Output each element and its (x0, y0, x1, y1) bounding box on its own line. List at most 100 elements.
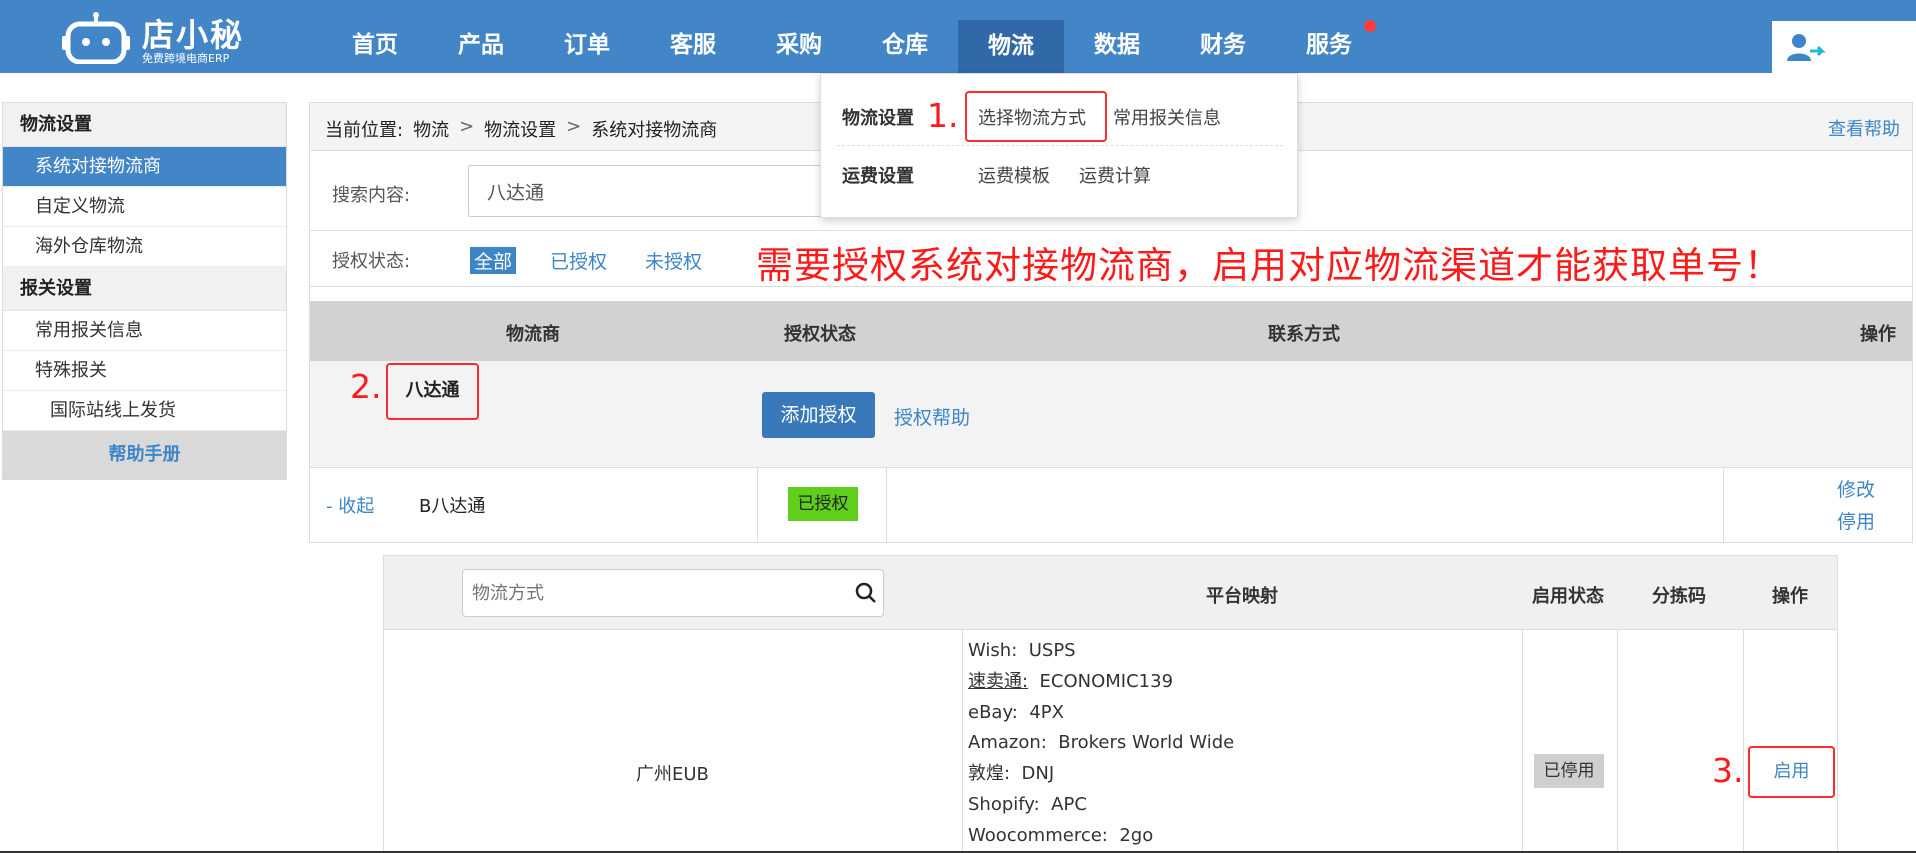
platform-value: Brokers World Wide (1058, 732, 1235, 754)
col-contact: 联系方式 (1268, 324, 1340, 345)
platform-value: DNJ (1021, 763, 1055, 785)
nav-home[interactable]: 首页 (322, 0, 428, 73)
cell-divider (962, 630, 963, 853)
disabled-status-badge: 已停用 (1534, 754, 1604, 788)
list-item: Amazon: Brokers World Wide (968, 728, 1234, 759)
sidebar-item-overseas-warehouse[interactable]: 海外仓库物流 (3, 227, 286, 267)
carrier-name: 八达通 (386, 363, 479, 420)
red-notice-annotation: 需要授权系统对接物流商，启用对应物流渠道才能获取单号！ (756, 244, 1782, 287)
collapse-link[interactable]: - 收起 (326, 492, 374, 518)
menu-item-select-shipping-method[interactable]: 选择物流方式 (978, 104, 1086, 130)
breadcrumb-logistics-settings[interactable]: 物流设置 (484, 116, 556, 142)
search-label: 搜索内容: (332, 185, 411, 206)
dropdown-group-freight-settings: 运费设置 (842, 166, 914, 187)
logistics-dropdown-menu: 物流设置 1. 选择物流方式 常用报关信息 运费设置 运费模板 运费计算 (820, 73, 1298, 218)
col-actions: 操作 (1860, 324, 1896, 345)
col-auth-status: 授权状态 (784, 324, 856, 345)
cell-divider (1743, 630, 1744, 853)
platform-value: 2go (1119, 824, 1154, 846)
dropdown-group-logistics-settings: 物流设置 (842, 108, 914, 129)
list-item: eBay: 4PX (968, 698, 1234, 729)
auth-filter-row: 授权状态: 全部 已授权 未授权 需要授权系统对接物流商，启用对应物流渠道才能获… (310, 231, 1912, 287)
edit-link[interactable]: 修改 (1837, 475, 1875, 502)
platform-name: eBay: (968, 701, 1018, 723)
nav-orders[interactable]: 订单 (534, 0, 640, 73)
sidebar-item-intl-online-shipping[interactable]: 国际站线上发货 (3, 391, 286, 431)
carrier-group-row: 2. 八达通 添加授权 授权帮助 (310, 361, 1912, 468)
notification-dot (1364, 20, 1376, 32)
platform-value: APC (1051, 793, 1087, 815)
authorization-help-link[interactable]: 授权帮助 (894, 403, 970, 430)
user-add-icon (1787, 34, 1826, 61)
cell-divider (1522, 630, 1523, 853)
shipping-method-table: 平台映射 启用状态 分拣码 操作 广州EUB Wish: USPS 速卖通: E… (383, 555, 1838, 853)
auth-filter-authorized[interactable]: 已授权 (550, 247, 607, 274)
annotation-step-1: 1. (927, 96, 959, 135)
nav-warehouse[interactable]: 仓库 (852, 0, 958, 73)
platform-value: 4PX (1029, 701, 1064, 723)
breadcrumb-separator: > (459, 116, 475, 137)
menu-item-freight-template[interactable]: 运费模板 (978, 162, 1050, 188)
auth-filter-label: 授权状态: (332, 251, 411, 272)
menu-item-common-customs-info[interactable]: 常用报关信息 (1113, 104, 1221, 130)
nav-services[interactable]: 服务 (1276, 0, 1382, 73)
carrier-table-header: 物流商 授权状态 联系方式 操作 (310, 301, 1912, 361)
platform-name: Wish: (968, 640, 1018, 661)
nav-finance[interactable]: 财务 (1170, 0, 1276, 73)
nav-logistics[interactable]: 物流 (958, 20, 1064, 73)
main-nav: 首页 产品 订单 客服 采购 仓库 物流 数据 财务 服务 (322, 0, 1382, 73)
col-platform-mapping: 平台映射 (1206, 586, 1278, 607)
add-authorization-button[interactable]: 添加授权 (762, 392, 875, 438)
cell-divider (1617, 630, 1618, 853)
sidebar-section-customs: 报关设置 (3, 267, 286, 311)
nav-products[interactable]: 产品 (428, 0, 534, 73)
table-row: - 收起 B八达通 已授权 修改 停用 (310, 468, 1912, 542)
annotation-step-2: 2. (350, 367, 382, 406)
sidebar-item-special-customs[interactable]: 特殊报关 (3, 351, 286, 391)
platform-value: USPS (1028, 640, 1076, 661)
sidebar-item-system-carriers[interactable]: 系统对接物流商 (3, 147, 286, 187)
status-badge: 已授权 (788, 487, 858, 521)
list-item: Woocommerce: 2go (968, 821, 1234, 852)
breadcrumb-separator: > (566, 116, 582, 137)
breadcrumb: 当前位置: 物流 > 物流设置 > 系统对接物流商 (325, 116, 717, 142)
view-help-link[interactable]: 查看帮助 (1828, 115, 1900, 141)
platform-name: Woocommerce: (968, 824, 1108, 846)
auth-filter-all[interactable]: 全部 (470, 247, 517, 274)
account-name: B八达通 (419, 496, 486, 517)
menu-item-freight-calculator[interactable]: 运费计算 (1079, 162, 1151, 188)
shipping-method-header: 平台映射 启用状态 分拣码 操作 (384, 556, 1837, 630)
col-sort-code: 分拣码 (1652, 586, 1706, 607)
list-item: 速卖通: ECONOMIC139 (968, 667, 1234, 698)
platform-name: Amazon: (968, 732, 1047, 754)
disable-link[interactable]: 停用 (1837, 507, 1875, 534)
auth-filter-unauthorized[interactable]: 未授权 (645, 247, 702, 274)
nav-services-label: 服务 (1306, 32, 1352, 58)
nav-customer-service[interactable]: 客服 (640, 0, 746, 73)
list-item: 敦煌: DNJ (968, 759, 1234, 790)
cell-divider (1723, 468, 1724, 542)
breadcrumb-logistics[interactable]: 物流 (413, 116, 449, 142)
shipping-method-search-input[interactable] (462, 569, 884, 617)
enable-button[interactable]: 启用 (1748, 746, 1835, 798)
logo[interactable]: 店小秘 免费跨境电商ERP (62, 2, 252, 66)
col-enable-status: 启用状态 (1532, 586, 1604, 607)
dropdown-row-logistics: 物流设置 1. 选择物流方式 常用报关信息 (821, 74, 1297, 142)
breadcrumb-current: 系统对接物流商 (591, 120, 718, 141)
search-icon[interactable] (854, 581, 878, 605)
user-menu[interactable] (1772, 21, 1916, 73)
shipping-method-name: 广州EUB (636, 764, 709, 785)
sidebar-item-custom-logistics[interactable]: 自定义物流 (3, 187, 286, 227)
nav-purchasing[interactable]: 采购 (746, 0, 852, 73)
help-manual-button[interactable]: 帮助手册 (3, 431, 286, 479)
nav-data[interactable]: 数据 (1064, 0, 1170, 73)
robot-logo-icon (62, 12, 130, 64)
dropdown-row-freight: 运费设置 运费模板 运费计算 (821, 132, 1297, 190)
platform-name: Shopify: (968, 793, 1040, 815)
annotation-step-3: 3. (1712, 751, 1744, 790)
logo-subtitle: 免费跨境电商ERP (142, 52, 230, 65)
sidebar-item-customs-info[interactable]: 常用报关信息 (3, 311, 286, 351)
col-method-actions: 操作 (1772, 586, 1808, 607)
col-carrier: 物流商 (506, 324, 560, 345)
platform-value: ECONOMIC139 (1039, 670, 1174, 692)
